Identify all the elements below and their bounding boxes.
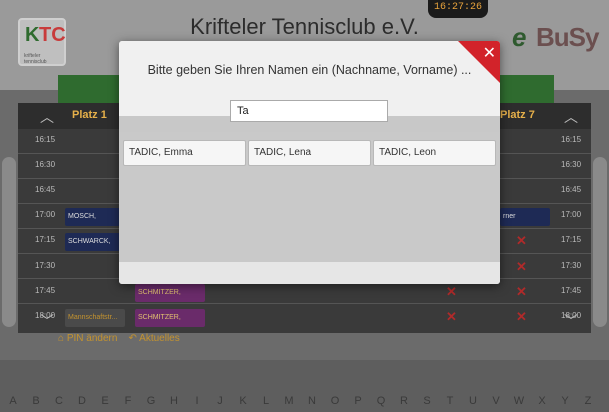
ebusy-logo-e: e bbox=[512, 22, 527, 52]
alpha-letter[interactable]: D bbox=[72, 395, 92, 407]
alpha-letter[interactable]: O bbox=[325, 395, 345, 407]
time-label: 16:15 bbox=[35, 135, 56, 144]
scroll-down-icon[interactable]: ﹀ bbox=[40, 311, 54, 331]
time-label: 17:00 bbox=[561, 210, 582, 219]
scroll-down-right-icon[interactable]: ﹀ bbox=[564, 311, 578, 331]
alpha-letter[interactable]: T bbox=[440, 395, 460, 407]
result-option[interactable]: TADIC, Leon bbox=[373, 140, 496, 166]
footer-actions: ⌂ PIN ändern ↶ Aktuelles bbox=[58, 333, 180, 344]
time-label: 16:45 bbox=[35, 185, 56, 194]
news-icon: ↶ bbox=[128, 333, 137, 344]
time-label: 17:45 bbox=[35, 286, 56, 295]
booking-cell[interactable]: SCHMITZER, bbox=[135, 309, 205, 327]
court-header-7: Platz 7 bbox=[500, 109, 535, 121]
court-header-1: Platz 1 bbox=[72, 109, 107, 121]
alpha-letter[interactable]: I bbox=[187, 395, 207, 407]
alpha-letter[interactable]: R bbox=[394, 395, 414, 407]
dialog-footer bbox=[119, 262, 500, 284]
time-label: 16:15 bbox=[561, 135, 582, 144]
time-label: 16:30 bbox=[35, 160, 56, 169]
alpha-letter[interactable]: P bbox=[348, 395, 368, 407]
blocked-icon: ✕ bbox=[516, 309, 527, 324]
pin-icon: ⌂ bbox=[58, 333, 65, 344]
alpha-letter[interactable]: M bbox=[279, 395, 299, 407]
alpha-letter[interactable]: J bbox=[210, 395, 230, 407]
alpha-letter[interactable]: G bbox=[141, 395, 161, 407]
alphabet-bar: A B C D E F G H I J K L M N O P Q R S T … bbox=[0, 395, 609, 412]
blocked-icon: ✕ bbox=[516, 284, 527, 299]
clock: 16:27:26 bbox=[428, 0, 488, 18]
booking-cell[interactable]: SCHMITZER, bbox=[135, 284, 205, 302]
close-icon[interactable]: ✕ bbox=[483, 43, 496, 62]
result-option[interactable]: TADIC, Emma bbox=[123, 140, 246, 166]
alpha-letter[interactable]: E bbox=[95, 395, 115, 407]
blocked-icon: ✕ bbox=[516, 233, 527, 248]
alpha-letter[interactable]: Q bbox=[371, 395, 391, 407]
name-search-input[interactable] bbox=[230, 100, 388, 122]
ebusy-logo: BuSy bbox=[536, 22, 599, 52]
time-label: 17:45 bbox=[561, 286, 582, 295]
alpha-letter[interactable]: Z bbox=[578, 395, 598, 407]
alpha-letter[interactable]: N bbox=[302, 395, 322, 407]
alpha-letter[interactable]: Y bbox=[555, 395, 575, 407]
time-label: 17:15 bbox=[561, 235, 582, 244]
logo-sub: krifteler tennisclub bbox=[24, 53, 47, 65]
alpha-letter[interactable]: A bbox=[3, 395, 23, 407]
scroll-up-icon[interactable]: ︿ bbox=[40, 107, 54, 127]
blocked-icon: ✕ bbox=[446, 309, 457, 324]
alpha-letter[interactable]: B bbox=[26, 395, 46, 407]
result-option[interactable]: TADIC, Lena bbox=[248, 140, 371, 166]
booking-cell[interactable]: Mannschaftstr... bbox=[65, 309, 125, 327]
alpha-letter[interactable]: K bbox=[233, 395, 253, 407]
alpha-letter[interactable]: F bbox=[118, 395, 138, 407]
booking-cell[interactable]: rner bbox=[500, 208, 550, 226]
scroll-up-right-icon[interactable]: ︿ bbox=[564, 107, 578, 127]
dialog-title: Bitte geben Sie Ihren Namen ein (Nachnam… bbox=[147, 63, 472, 77]
alpha-letter[interactable]: W bbox=[509, 395, 529, 407]
time-label: 16:30 bbox=[561, 160, 582, 169]
blocked-icon: ✕ bbox=[446, 284, 457, 299]
time-label: 16:45 bbox=[561, 185, 582, 194]
time-label: 17:00 bbox=[35, 210, 56, 219]
booking-cell[interactable]: MOSCH, bbox=[65, 208, 121, 226]
news-link[interactable]: Aktuelles bbox=[139, 333, 180, 344]
alpha-letter[interactable]: V bbox=[486, 395, 506, 407]
alpha-letter[interactable]: U bbox=[463, 395, 483, 407]
scroll-right-handle[interactable] bbox=[593, 157, 607, 327]
alpha-letter[interactable]: S bbox=[417, 395, 437, 407]
time-label: 17:30 bbox=[35, 261, 56, 270]
pin-change-link[interactable]: PIN ändern bbox=[67, 333, 118, 344]
time-label: 17:15 bbox=[35, 235, 56, 244]
alpha-letter[interactable]: H bbox=[164, 395, 184, 407]
grid-row-divider bbox=[18, 303, 591, 304]
alpha-letter[interactable]: L bbox=[256, 395, 276, 407]
time-label: 17:30 bbox=[561, 261, 582, 270]
booking-cell[interactable]: SCHWARCK, bbox=[65, 233, 121, 251]
search-results: TADIC, Emma TADIC, Lena TADIC, Leon bbox=[119, 132, 500, 262]
name-search-dialog: Bitte geben Sie Ihren Namen ein (Nachnam… bbox=[119, 41, 500, 284]
blocked-icon: ✕ bbox=[516, 259, 527, 274]
alpha-letter[interactable]: C bbox=[49, 395, 69, 407]
alpha-letter[interactable]: X bbox=[532, 395, 552, 407]
scroll-left-handle[interactable] bbox=[2, 157, 16, 327]
